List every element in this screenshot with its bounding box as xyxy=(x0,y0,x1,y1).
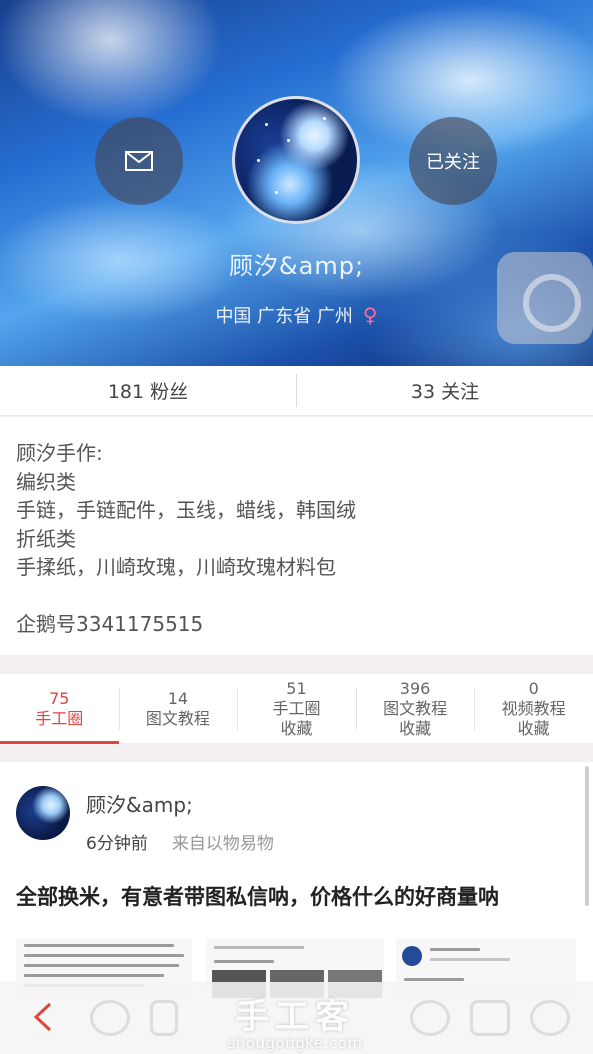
scrollbar[interactable] xyxy=(585,766,589,906)
envelope-icon xyxy=(125,151,153,171)
profile-avatar[interactable] xyxy=(232,96,360,224)
tab-circle-favorites[interactable]: 51 手工圈 收藏 xyxy=(237,674,356,743)
bio-qq: 企鹅号3341175515 xyxy=(16,611,204,636)
message-button[interactable] xyxy=(95,117,183,205)
bio-line: 手揉纸，川崎玫瑰，川崎玫瑰材料包 xyxy=(16,555,336,579)
circle-icon[interactable] xyxy=(410,1000,450,1036)
bio-line: 手链，手链配件，玉线，蜡线，韩国绒 xyxy=(16,498,356,522)
tab-label: 图文教程 xyxy=(145,708,210,728)
tab-count: 75 xyxy=(49,688,70,708)
more-icon[interactable] xyxy=(530,1000,570,1036)
tab-label: 图文教程 xyxy=(383,698,448,718)
follow-label: 已关注 xyxy=(426,152,480,173)
tab-count: 51 xyxy=(286,678,307,698)
profile-bio: 顾汐手作: 编织类 手链，手链配件，玉线，蜡线，韩国绒 折纸类 手揉纸，川崎玫瑰… xyxy=(0,417,593,655)
back-arrow-icon[interactable] xyxy=(30,1002,56,1032)
tab-label: 视频教程 xyxy=(501,698,566,718)
tab-tutorials[interactable]: 14 图文教程 xyxy=(118,674,238,743)
pin-icon[interactable] xyxy=(150,1000,178,1036)
post-username[interactable]: 顾汐&amp; xyxy=(86,789,193,818)
post-meta: 6分钟前 来自以物易物 xyxy=(86,829,274,854)
tab-label-2: 收藏 xyxy=(399,718,432,738)
tab-count: 14 xyxy=(167,688,189,708)
profile-header: 已关注 顾汐&amp; 中国 广东省 广州 ♀ xyxy=(0,0,593,366)
post-avatar[interactable] xyxy=(16,786,70,840)
watermark-logo: 手工客 xyxy=(235,997,355,1037)
tab-label: 手工圈 xyxy=(272,698,321,718)
tab-tutorial-favorites[interactable]: 396 图文教程 收藏 xyxy=(355,674,475,743)
fans-count[interactable]: 181 粉丝 xyxy=(0,366,296,415)
watermark-url: shougongke.com xyxy=(227,1034,363,1052)
follow-stats: 181 粉丝 33 关注 xyxy=(0,366,593,416)
tab-count: 396 xyxy=(399,678,431,698)
site-watermark: 手工客 shougongke.com xyxy=(210,1000,380,1052)
content-tabs: 75 手工圈 14 图文教程 51 手工圈 收藏 396 图文教程 收藏 0 视… xyxy=(0,673,593,744)
post-text: 全部换米，有意者带图私信呐，价格什么的好商量呐 xyxy=(16,885,499,909)
tab-handcraft-circle[interactable]: 75 手工圈 xyxy=(0,674,119,744)
bio-line: 编织类 xyxy=(16,469,76,494)
tab-label-2: 收藏 xyxy=(280,718,313,738)
following-count[interactable]: 33 关注 xyxy=(297,366,593,415)
ring-icon[interactable] xyxy=(90,1000,130,1036)
location-text: 中国 广东省 广州 xyxy=(215,306,353,327)
tab-label-2: 收藏 xyxy=(517,718,550,738)
post-time: 6分钟前 xyxy=(86,834,148,854)
tab-count: 0 xyxy=(528,678,539,698)
bio-line: 顾汐手作: xyxy=(16,441,103,465)
female-icon: ♀ xyxy=(362,303,378,327)
share-icon[interactable] xyxy=(470,1000,510,1036)
tab-label: 手工圈 xyxy=(35,708,84,728)
post-source: 来自以物易物 xyxy=(171,834,274,854)
tab-video-favorites[interactable]: 0 视频教程 收藏 xyxy=(474,674,593,743)
follow-status-button[interactable]: 已关注 xyxy=(409,117,497,205)
bio-line: 折纸类 xyxy=(16,526,76,551)
camera-icon[interactable] xyxy=(497,252,593,344)
